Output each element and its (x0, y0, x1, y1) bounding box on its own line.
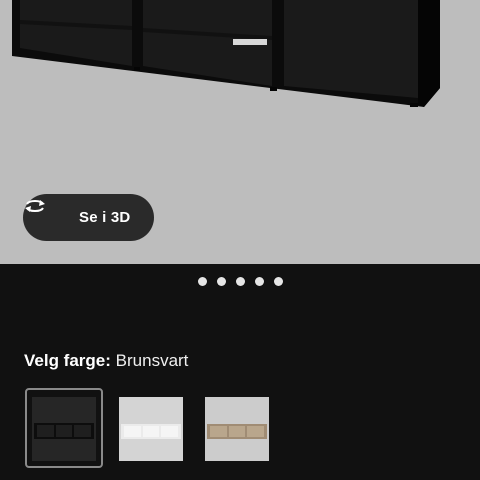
product-image[interactable]: Se i 3D (0, 0, 480, 264)
carousel-dot[interactable] (235, 277, 245, 286)
view-in-3d-label: Se i 3D (79, 209, 131, 226)
carousel-dot[interactable] (216, 277, 226, 286)
color-selection-label: Velg farge: Brunsvart (24, 351, 188, 371)
view-in-3d-button[interactable]: Se i 3D (23, 194, 154, 241)
carousel-dot[interactable] (254, 277, 264, 286)
color-swatch-oak[interactable] (205, 397, 269, 461)
selected-color-name: Brunsvart (115, 351, 189, 370)
color-swatch-white[interactable] (119, 397, 183, 461)
carousel-dot[interactable] (197, 277, 207, 286)
rotate-3d-icon (25, 200, 67, 230)
carousel-dot[interactable] (273, 277, 283, 286)
color-prompt: Velg farge: (24, 351, 111, 370)
image-carousel-dots (0, 277, 480, 289)
color-swatch-black-brown[interactable] (32, 397, 96, 461)
